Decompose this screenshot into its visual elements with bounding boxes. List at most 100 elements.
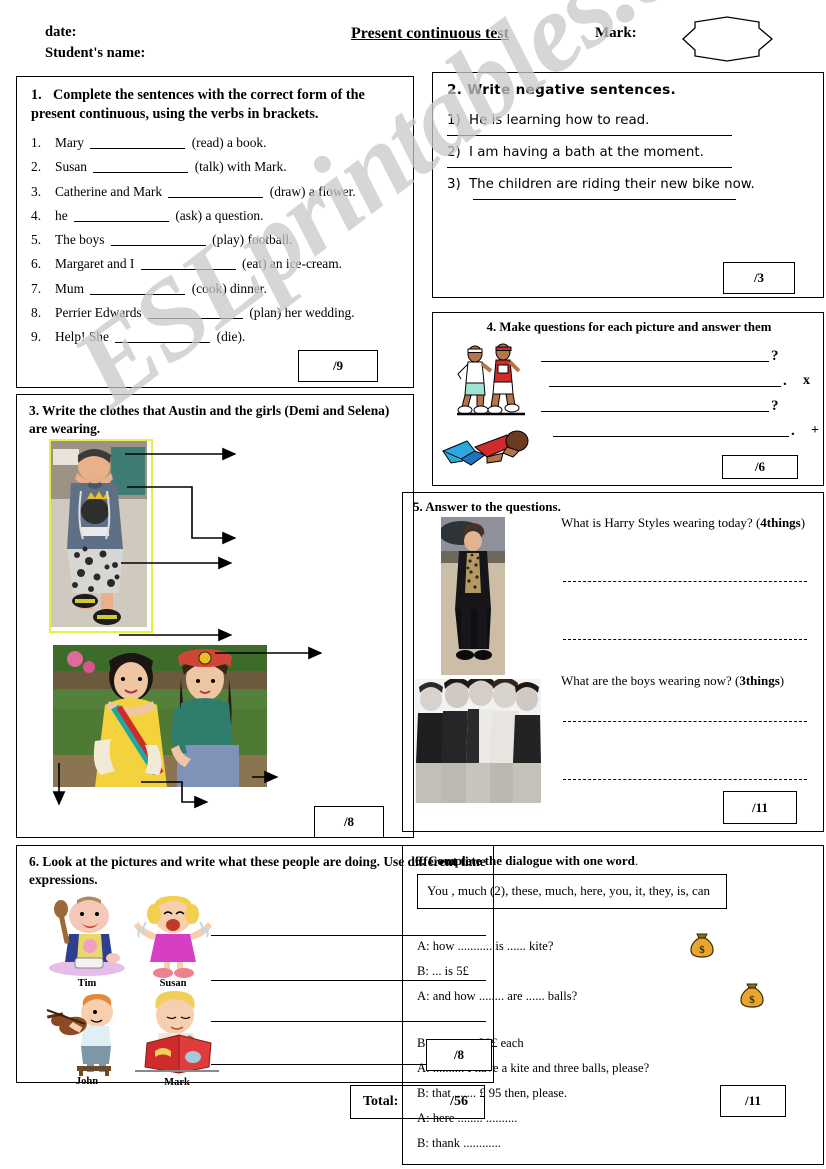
svg-text:$: $ <box>699 944 705 956</box>
exercise-3-arrows <box>17 395 415 839</box>
exercise-2-item: 2) I am having a bath at the moment. <box>447 145 704 160</box>
exercise-4-score[interactable]: /6 <box>722 455 798 479</box>
exercise-2-title: 2. Write negative sentences. <box>447 82 677 98</box>
mark-reading-clipart <box>131 991 223 1077</box>
exercise-4-answer-row: . + <box>541 416 819 441</box>
item-number: 7. <box>31 280 42 296</box>
answer-line[interactable] <box>447 167 732 168</box>
mark-label: Mark: <box>595 25 637 41</box>
exercise-3-box: 3. Write the clothes that Austin and the… <box>16 394 414 838</box>
fill-blank[interactable] <box>147 306 243 320</box>
svg-text:$: $ <box>749 994 755 1006</box>
dialogue-line: A: how ........... is ...... kite? <box>417 939 554 953</box>
falling-man-clipart <box>441 425 535 473</box>
fill-blank[interactable] <box>93 160 189 174</box>
exercise-2-body: 1) He is learning how to read. 2) I am hav… <box>447 113 812 209</box>
fill-blank[interactable] <box>90 136 186 149</box>
tim-caption: Tim <box>77 978 97 989</box>
exercise-6-right-title: 6. Complete the dialogue with one word. <box>415 853 639 868</box>
answer-line[interactable] <box>563 639 807 640</box>
answer-line[interactable] <box>553 436 789 437</box>
exercise-1-items: 1. Mary (read) a book. 2. Susan (talk) with… <box>31 135 406 354</box>
harry-styles-photo <box>439 517 505 675</box>
item-text: Catherine and Mark (draw) a flower. <box>55 183 356 199</box>
exercise-6-left-score[interactable]: /8 <box>426 1039 492 1071</box>
item-text: he (ask) a question. <box>55 207 264 223</box>
fill-blank[interactable] <box>168 185 264 198</box>
fill-blank[interactable] <box>115 330 211 344</box>
exercise-4-title: 4. Make questions for each picture and a… <box>486 320 772 334</box>
punctuation-mark: ? <box>771 398 779 414</box>
one-direction-photo <box>415 675 541 803</box>
exercise-1-instruction: 1. Complete the sentences with the correc… <box>31 87 365 123</box>
total-box: Total: /56 <box>350 1085 485 1119</box>
fill-blank[interactable] <box>90 282 186 295</box>
answer-line[interactable] <box>473 199 736 200</box>
tim-cooking-clipart <box>47 896 127 976</box>
item-text: Mum (cook) dinner. <box>55 280 267 296</box>
answer-line[interactable] <box>447 135 732 136</box>
item-number: 4. <box>31 207 42 223</box>
exercise-4-answer-row: .x <box>541 366 813 391</box>
john-caption: John <box>75 1076 99 1087</box>
fill-blank[interactable] <box>110 233 206 247</box>
item-text: Margaret and I (eat) an ice-cream. <box>55 256 342 272</box>
answer-line[interactable] <box>563 779 807 780</box>
exercise-5-box: 5. Answer to the questions. What is Harr… <box>402 492 824 832</box>
punctuation-mark: . <box>791 423 795 439</box>
item-text: Susan (talk) with Mark. <box>55 159 287 175</box>
word-bank: You , much (2), these, much, here, you, … <box>417 874 727 909</box>
item-number: 5. <box>31 232 42 248</box>
answer-line[interactable] <box>563 581 807 582</box>
exercise-1-item: 9. Help! She (die). <box>31 329 406 345</box>
runners-clipart <box>453 341 531 417</box>
exercise-1-item: 8. Perrier Edwards (plan) her wedding. <box>31 305 406 321</box>
dialogue-line: B: thank ............ <box>417 1136 501 1150</box>
exercise-2-item: 1) He is learning how to read. <box>447 113 650 128</box>
exercise-4-answer-row: ? <box>541 391 813 416</box>
punctuation-mark: ? <box>771 348 779 364</box>
total-label: Total: <box>363 1094 399 1109</box>
item-number: 2. <box>31 159 42 175</box>
money-bag-icon: $ <box>689 930 715 958</box>
total-value: /56 <box>450 1094 468 1109</box>
exercise-1-item: 6. Margaret and I (eat) an ice-cream. <box>31 256 406 272</box>
date-label: date: <box>45 24 77 40</box>
exercise-2-score[interactable]: /3 <box>723 262 795 294</box>
answer-sign: x <box>803 373 810 388</box>
exercise-5-question-2: What are the boys wearing now? (3things) <box>561 673 785 688</box>
item-text: Mary (read) a book. <box>55 135 267 150</box>
exercise-6-right-score[interactable]: /11 <box>720 1085 786 1117</box>
exercise-1-box: 1. Complete the sentences with the correc… <box>16 76 414 388</box>
exercise-1-item: 2. Susan (talk) with Mark. <box>31 159 406 175</box>
exercise-4-answer-rows: ?. x?. + <box>541 341 819 441</box>
item-number: 6. <box>31 256 42 272</box>
page-title: Present continuous test <box>351 25 509 42</box>
dialogue-line: B: ... is 5£ <box>417 964 469 978</box>
exercise-5-question-1: What is Harry Styles wearing today? (4th… <box>561 515 806 530</box>
answer-line[interactable] <box>549 386 781 387</box>
exercise-1-score[interactable]: /9 <box>298 350 378 382</box>
exercise-2-item: 3) The children are riding their new bike… <box>447 177 755 192</box>
item-number: 8. <box>31 305 42 321</box>
item-number: 9. <box>31 329 42 345</box>
mark-star-box[interactable] <box>655 16 800 62</box>
exercise-1-item: 3. Catherine and Mark (draw) a flower. <box>31 184 406 200</box>
item-text: Perrier Edwards (plan) her wedding. <box>55 305 355 321</box>
exercise-5-score[interactable]: /11 <box>723 791 797 824</box>
answer-line[interactable] <box>541 361 769 362</box>
worksheet-page: date: Student's name: Present continuous… <box>0 0 826 1169</box>
fill-blank[interactable] <box>74 209 169 222</box>
susan-caption: Susan <box>159 978 187 989</box>
answer-line[interactable] <box>541 411 769 412</box>
fill-blank[interactable] <box>140 257 236 271</box>
item-text: The boys (play) football. <box>55 232 293 248</box>
exercise-1-item: 1. Mary (read) a book. <box>31 135 406 151</box>
exercise-1-item: 7. Mum (cook) dinner. <box>31 281 406 297</box>
john-violin-clipart <box>45 994 129 1076</box>
exercise-3-score[interactable]: /8 <box>314 806 384 838</box>
susan-crying-clipart <box>132 894 214 978</box>
exercise-4-answer-row: ? <box>541 341 813 366</box>
mark-caption: Mark <box>164 1077 190 1088</box>
answer-line[interactable] <box>563 721 807 722</box>
